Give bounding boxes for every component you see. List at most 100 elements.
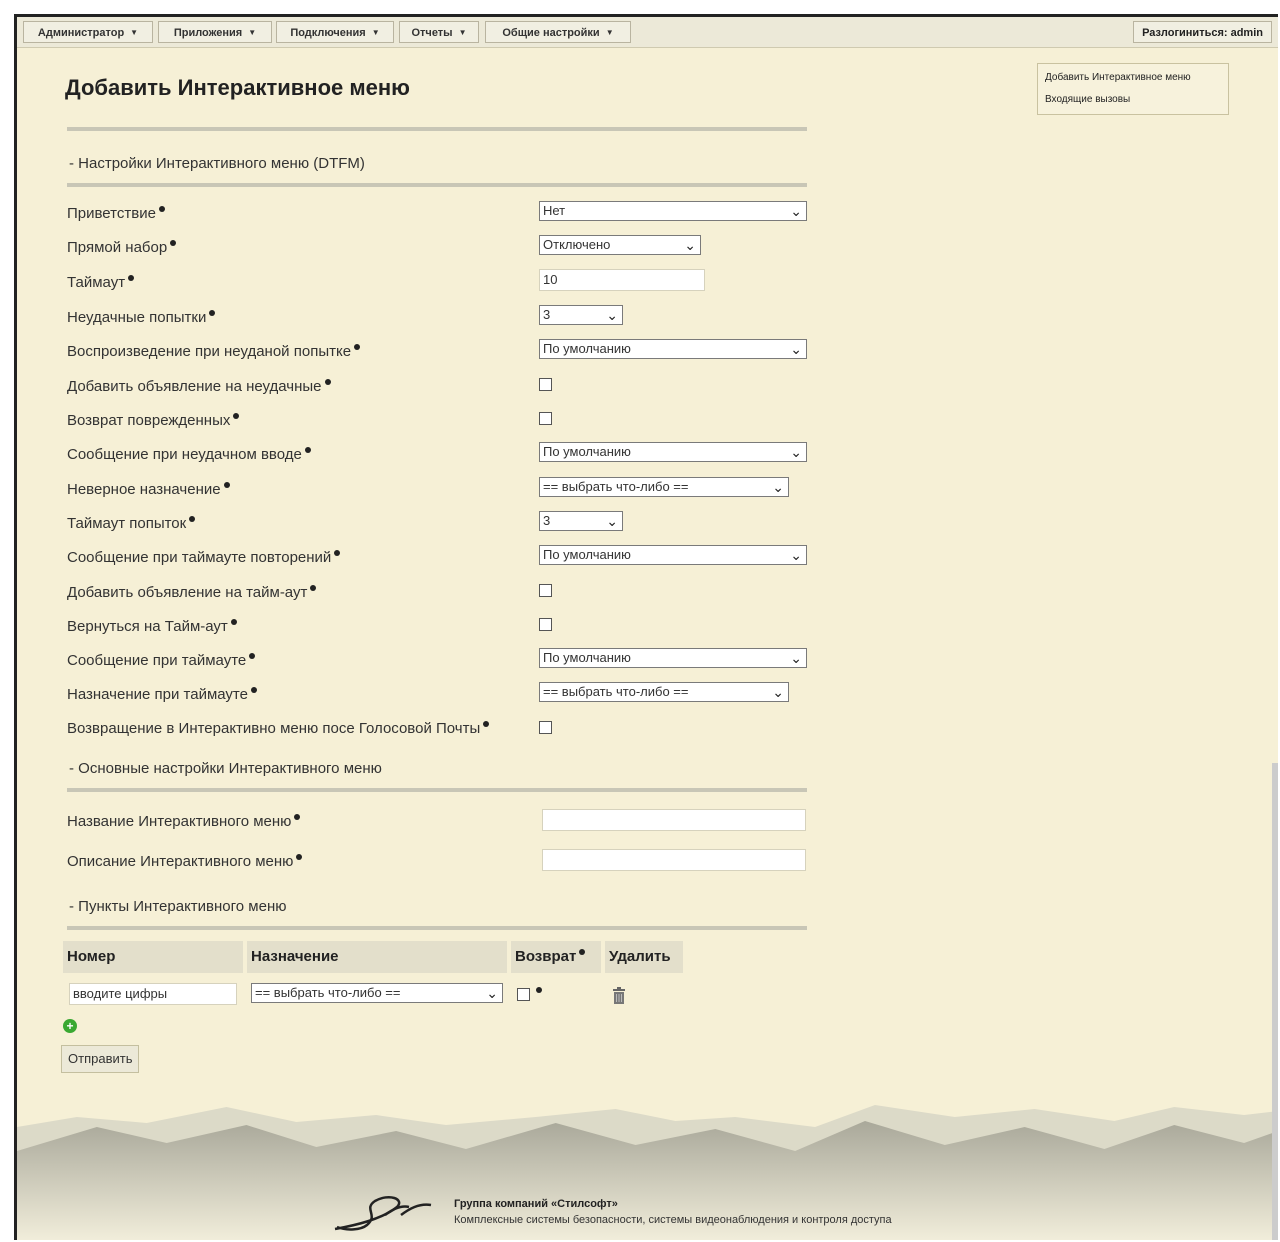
help-icon[interactable] bbox=[189, 516, 196, 522]
chevron-down-icon: ⌄ bbox=[790, 650, 802, 666]
field-label-ivr-description: Описание Интерактивного меню bbox=[67, 853, 303, 870]
help-icon[interactable] bbox=[170, 240, 177, 246]
ivr-description-input[interactable] bbox=[542, 849, 806, 871]
logout-button[interactable]: Разлогиниться: admin bbox=[1133, 21, 1272, 43]
help-icon[interactable] bbox=[310, 585, 317, 591]
divider bbox=[67, 788, 807, 792]
return-invalid-checkbox[interactable] bbox=[539, 412, 552, 425]
timeout-destination-select[interactable]: == выбрать что-либо == ⌄ bbox=[539, 682, 789, 702]
item-number-input[interactable]: вводите цифры bbox=[69, 983, 237, 1005]
table-header-destination: Назначение bbox=[247, 941, 507, 973]
stilsoft-logo bbox=[334, 1196, 432, 1231]
help-icon[interactable] bbox=[223, 482, 230, 488]
table-header-delete: Удалить bbox=[605, 941, 683, 973]
side-links-box: Добавить Интерактивное меню Входящие выз… bbox=[1037, 63, 1229, 115]
chevron-down-icon: ⌄ bbox=[606, 513, 618, 529]
help-icon[interactable] bbox=[250, 687, 257, 693]
chevron-down-icon: ⌄ bbox=[790, 444, 802, 460]
field-label-timeout-destination: Назначение при таймауте bbox=[67, 686, 257, 703]
help-icon[interactable] bbox=[296, 854, 303, 860]
field-label-timeout-recording: Сообщение при таймауте bbox=[67, 652, 256, 669]
return-timeout-checkbox[interactable] bbox=[539, 618, 552, 631]
help-icon[interactable] bbox=[230, 619, 237, 625]
invalid-recording-select[interactable]: По умолчанию ⌄ bbox=[539, 442, 807, 462]
field-label-return-after-voicemail: Возвращение в Интерактивно меню посе Гол… bbox=[67, 720, 490, 737]
footer-tagline: Комплексные системы безопасности, систем… bbox=[454, 1214, 892, 1226]
chevron-down-icon: ⌄ bbox=[790, 203, 802, 219]
timeout-recording-select[interactable]: По умолчанию ⌄ bbox=[539, 648, 807, 668]
divider bbox=[67, 183, 807, 187]
field-label-timeout: Таймаут bbox=[67, 274, 135, 291]
sidebar-link-incoming-calls[interactable]: Входящие вызовы bbox=[1045, 94, 1130, 105]
footer-company: Группа компаний «Стилсофт» bbox=[454, 1198, 618, 1210]
direct-dial-select[interactable]: Отключено ⌄ bbox=[539, 235, 701, 255]
help-icon[interactable] bbox=[579, 949, 586, 955]
help-icon[interactable] bbox=[354, 344, 361, 350]
field-label-append-announce-timeout: Добавить объявление на тайм-аут bbox=[67, 584, 317, 601]
invalid-retries-select[interactable]: 3 ⌄ bbox=[539, 305, 623, 325]
help-icon[interactable] bbox=[536, 987, 542, 993]
chevron-down-icon: ▼ bbox=[371, 28, 380, 37]
chevron-down-icon: ⌄ bbox=[772, 684, 784, 700]
help-icon[interactable] bbox=[209, 310, 216, 316]
chevron-down-icon: ▼ bbox=[130, 28, 139, 37]
sidebar-link-add-ivr[interactable]: Добавить Интерактивное меню bbox=[1045, 72, 1191, 83]
chevron-down-icon: ⌄ bbox=[486, 985, 498, 1001]
nav-menu-apps[interactable]: Приложения ▼ bbox=[158, 21, 272, 43]
append-announce-timeout-checkbox[interactable] bbox=[539, 584, 552, 597]
page-title: Добавить Интерактивное меню bbox=[65, 75, 410, 100]
help-icon[interactable] bbox=[233, 413, 240, 419]
nav-menu-settings[interactable]: Общие настройки ▼ bbox=[485, 21, 631, 43]
help-icon[interactable] bbox=[324, 379, 331, 385]
timeout-input[interactable]: 10 bbox=[539, 269, 705, 291]
field-label-invalid-retries: Неудачные попытки bbox=[67, 309, 216, 326]
append-announce-invalid-checkbox[interactable] bbox=[539, 378, 552, 391]
field-label-timeout-retry-recording: Сообщение при таймауте повторений bbox=[67, 549, 341, 566]
field-label-append-announce-invalid: Добавить объявление на неудачные bbox=[67, 378, 331, 395]
chevron-down-icon: ⌄ bbox=[606, 307, 618, 323]
invalid-destination-select[interactable]: == выбрать что-либо == ⌄ bbox=[539, 477, 789, 497]
field-label-timeout-retries: Таймаут попыток bbox=[67, 515, 196, 532]
return-after-voicemail-checkbox[interactable] bbox=[539, 721, 552, 734]
nav-menu-reports[interactable]: Отчеты ▼ bbox=[399, 21, 479, 43]
field-label-invalid-recording: Сообщение при неудачном вводе bbox=[67, 446, 311, 463]
field-label-return-timeout: Вернуться на Тайм-аут bbox=[67, 618, 237, 635]
help-icon[interactable] bbox=[249, 653, 256, 659]
help-icon[interactable] bbox=[294, 814, 301, 820]
table-header-number: Номер bbox=[63, 941, 243, 973]
field-label-invalid-destination: Неверное назначение bbox=[67, 481, 230, 498]
section-title-basic[interactable]: - Основные настройки Интерактивного меню bbox=[69, 760, 382, 777]
field-label-greeting: Приветствие bbox=[67, 205, 165, 222]
invalid-retry-recording-select[interactable]: По умолчанию ⌄ bbox=[539, 339, 807, 359]
help-icon[interactable] bbox=[304, 447, 311, 453]
item-destination-select[interactable]: == выбрать что-либо == ⌄ bbox=[251, 983, 503, 1003]
field-label-direct-dial: Прямой набор bbox=[67, 239, 177, 256]
help-icon[interactable] bbox=[158, 206, 165, 212]
nav-menu-admin[interactable]: Администратор ▼ bbox=[23, 21, 153, 43]
submit-button[interactable]: Отправить bbox=[61, 1045, 140, 1073]
chevron-down-icon: ⌄ bbox=[790, 341, 802, 357]
divider bbox=[67, 926, 807, 930]
help-icon[interactable] bbox=[128, 275, 135, 281]
chevron-down-icon: ⌄ bbox=[684, 237, 696, 253]
ivr-name-input[interactable] bbox=[542, 809, 806, 831]
greeting-select[interactable]: Нет ⌄ bbox=[539, 201, 807, 221]
timeout-retries-select[interactable]: 3 ⌄ bbox=[539, 511, 623, 531]
divider bbox=[67, 127, 807, 131]
timeout-retry-recording-select[interactable]: По умолчанию ⌄ bbox=[539, 545, 807, 565]
add-item-icon[interactable]: + bbox=[63, 1019, 77, 1033]
table-header-return: Возврат bbox=[511, 941, 601, 973]
chevron-down-icon: ▼ bbox=[248, 28, 257, 37]
top-navigation: Администратор ▼ Приложения ▼ Подключения ▼ … bbox=[17, 17, 1278, 48]
help-icon[interactable] bbox=[334, 550, 341, 556]
chevron-down-icon: ⌄ bbox=[772, 479, 784, 495]
chevron-down-icon: ▼ bbox=[458, 28, 467, 37]
help-icon[interactable] bbox=[483, 721, 490, 727]
section-title-dtfm[interactable]: - Настройки Интерактивного меню (DTFM) bbox=[69, 155, 365, 172]
trash-icon[interactable] bbox=[612, 987, 626, 1005]
nav-menu-connections[interactable]: Подключения ▼ bbox=[276, 21, 394, 43]
field-label-ivr-name: Название Интерактивного меню bbox=[67, 813, 301, 830]
scrollbar[interactable] bbox=[1272, 763, 1278, 1240]
section-title-items[interactable]: - Пункты Интерактивного меню bbox=[69, 898, 287, 915]
item-return-checkbox[interactable] bbox=[517, 988, 530, 1001]
